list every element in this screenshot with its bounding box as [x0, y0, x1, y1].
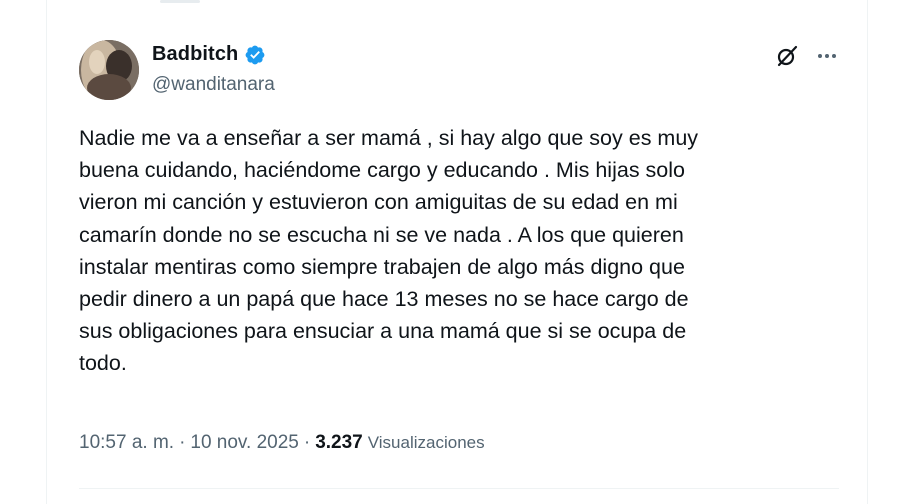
- tweet-text-line: camarín donde no se escucha ni se ve nad…: [79, 222, 684, 247]
- divider: [79, 488, 839, 489]
- tweet-text: Nadie me va a enseñar a ser mamá , si ha…: [79, 122, 839, 380]
- tweet-screenshot: Badbitch @wanditanara Nadie me va a ense…: [0, 0, 900, 504]
- tweet-time[interactable]: 10:57 a. m.: [79, 432, 174, 454]
- meta-separator: ·: [303, 432, 311, 453]
- avatar-photo: [79, 40, 139, 100]
- avatar[interactable]: [79, 40, 139, 100]
- tweet-text-line: pedir dinero a un papá que hace 13 meses…: [79, 287, 689, 312]
- tweet-text-line: todo.: [79, 351, 127, 376]
- tweet-actions: [774, 43, 840, 69]
- more-icon[interactable]: [814, 43, 840, 69]
- tweet-meta: 10:57 a. m. · 10 nov. 2025 · 3.237 Visua…: [79, 432, 485, 454]
- tweet-date[interactable]: 10 nov. 2025: [190, 432, 298, 454]
- tweet-text-line: sus obligaciones para ensuciar a una mam…: [79, 319, 687, 344]
- views-count[interactable]: 3.237: [315, 432, 363, 454]
- author-handle[interactable]: @wanditanara: [152, 74, 275, 96]
- tweet-text-line: instalar mentiras como siempre trabajen …: [79, 254, 685, 279]
- tweet-text-line: Nadie me va a enseñar a ser mamá , si ha…: [79, 126, 699, 150]
- meta-separator: ·: [179, 432, 186, 453]
- previous-content-stub: [160, 0, 200, 3]
- tweet-text-line: buena cuidando, haciéndome cargo y educa…: [79, 158, 685, 183]
- views-label[interactable]: Visualizaciones: [368, 433, 485, 453]
- author-name-row: Badbitch: [152, 43, 266, 66]
- verified-badge-icon[interactable]: [244, 44, 266, 66]
- grok-icon[interactable]: [774, 43, 800, 69]
- tweet-text-line: vieron mi canción y estuvieron con amigu…: [79, 190, 678, 215]
- author-display-name[interactable]: Badbitch: [152, 43, 238, 66]
